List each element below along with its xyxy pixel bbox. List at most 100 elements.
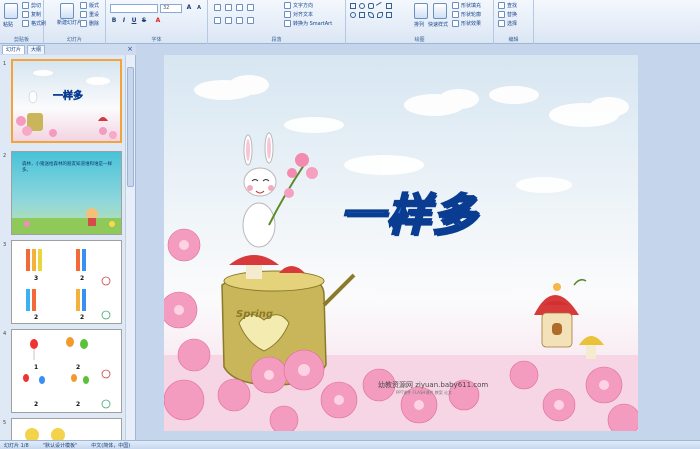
font-group-label: 字体 (151, 37, 162, 43)
cursor-icon (498, 20, 505, 27)
smartart-icon (284, 20, 291, 27)
align-right-icon[interactable] (236, 17, 243, 24)
paste-button[interactable]: 粘贴 (3, 21, 13, 28)
select-button[interactable]: 选择 (498, 20, 517, 27)
star-shape-icon[interactable] (377, 12, 383, 18)
font-name-combo[interactable] (110, 4, 158, 13)
slide-thumb-5[interactable] (11, 418, 122, 440)
shape-outline-button[interactable]: 形状轮廓 (452, 11, 481, 18)
slides-group: 新建幻灯片 版式 重设 删除 幻灯片 (44, 0, 106, 44)
align-text-button[interactable]: 对齐文本 (284, 11, 313, 18)
close-icon[interactable]: × (126, 45, 134, 53)
more-shapes-icon[interactable] (386, 12, 392, 18)
brush-icon (22, 20, 29, 27)
font-size-combo[interactable]: 32 (160, 4, 182, 13)
replace-icon (498, 11, 505, 18)
thumb-text: 森林，小猪送给森林的朋友知道谁和谁是一样多。 (22, 162, 112, 173)
editing-group-label: 编辑 (508, 37, 519, 43)
new-slide-icon[interactable] (60, 3, 74, 19)
align-center-icon[interactable] (225, 17, 232, 24)
thumb-count: 2 (34, 401, 39, 408)
font-color-icon[interactable]: A (154, 17, 162, 25)
copy-icon (22, 11, 29, 18)
delete-slide-button[interactable]: 删除 (80, 20, 99, 27)
slides-panel: 幻灯片 大纲 × 1 一样多 2 森林，小猪送给森林的朋友知道谁和谁是一样多。 (0, 44, 136, 440)
text-direction-icon (284, 2, 291, 9)
slide-canvas[interactable]: 一样多 Spring 幼教资源网 ziyuan.baby611.com PPT课… (164, 55, 638, 431)
effects-icon (452, 20, 459, 27)
layout-button[interactable]: 版式 (80, 2, 99, 9)
increase-indent-icon[interactable] (247, 4, 254, 11)
theme-name: "默认设计模板" (42, 442, 78, 449)
strikethrough-icon[interactable]: S (140, 17, 148, 25)
language-indicator[interactable]: 中文(简体，中国) (91, 442, 130, 449)
arrange-icon[interactable] (414, 3, 428, 19)
scrollbar-thumb[interactable] (127, 67, 134, 187)
circle-shape-icon[interactable] (350, 12, 356, 18)
arrow-shape-icon[interactable] (368, 12, 374, 18)
slide-number: 4 (3, 331, 7, 337)
align-left-icon[interactable] (214, 17, 221, 24)
watermark-text: 幼教资源网 ziyuan.baby611.com (378, 381, 489, 389)
thumb-count: 1 (34, 364, 39, 371)
thumb-title: 一样多 (53, 91, 84, 103)
tab-outline[interactable]: 大纲 (27, 45, 46, 54)
justify-icon[interactable] (247, 17, 254, 24)
slide-thumb-2[interactable]: 森林，小猪送给森林的朋友知道谁和谁是一样多。 (11, 151, 122, 235)
drawing-group: 排列 快速样式 形状填充 形状轮廓 形状效果 绘图 (346, 0, 494, 44)
italic-icon[interactable]: I (120, 17, 128, 25)
scissors-icon (22, 2, 29, 9)
thumb-count: 2 (80, 275, 85, 282)
text-direction-button[interactable]: 文字方向 (284, 2, 313, 9)
tab-slides[interactable]: 幻灯片 (2, 45, 26, 54)
grow-font-icon[interactable]: A (185, 4, 193, 12)
arrange-button[interactable]: 排列 (414, 21, 424, 28)
rectangle-shape-icon[interactable] (350, 3, 356, 9)
slide-thumb-1[interactable]: 一样多 (11, 59, 122, 143)
bold-icon[interactable]: B (110, 17, 118, 25)
smartart-button[interactable]: 转换为 SmartArt (284, 20, 332, 27)
textbox-shape-icon[interactable] (386, 3, 392, 9)
binoculars-icon (498, 2, 505, 9)
triangle-shape-icon[interactable] (359, 12, 365, 18)
slide-thumb-4[interactable]: 1 2 2 2 (11, 329, 122, 413)
editing-group: 查找 替换 选择 编辑 (494, 0, 534, 44)
cut-button[interactable]: 剪切 (22, 2, 41, 9)
slide-thumb-5-art (12, 419, 121, 440)
panel-scrollbar[interactable] (125, 55, 135, 440)
rounded-rect-shape-icon[interactable] (368, 3, 374, 9)
bullets-icon[interactable] (214, 4, 221, 11)
underline-icon[interactable]: U (130, 17, 138, 25)
reset-icon (80, 11, 87, 18)
find-button[interactable]: 查找 (498, 2, 517, 9)
oval-shape-icon[interactable] (359, 3, 365, 9)
layout-icon (80, 2, 87, 9)
slide-count: 幻灯片 1/8 (4, 442, 29, 449)
numbering-icon[interactable] (225, 4, 232, 11)
reset-button[interactable]: 重设 (80, 11, 99, 18)
shape-fill-button[interactable]: 形状填充 (452, 2, 481, 9)
quick-styles-icon[interactable] (433, 3, 447, 19)
slides-group-label: 幻灯片 (66, 37, 82, 43)
replace-button[interactable]: 替换 (498, 11, 517, 18)
slide-number: 1 (3, 61, 7, 67)
align-text-icon (284, 11, 291, 18)
status-bar: 幻灯片 1/8 "默认设计模板" 中文(简体，中国) (0, 440, 700, 449)
paste-icon[interactable] (4, 3, 18, 19)
thumb-count: 2 (80, 314, 85, 321)
copy-button[interactable]: 复制 (22, 11, 41, 18)
shape-effects-button[interactable]: 形状效果 (452, 20, 481, 27)
slide-number: 5 (3, 420, 7, 426)
watermark-subtext: PPT课件 FLASH课件 教案 论文 (396, 390, 452, 395)
paragraph-group: 文字方向 对齐文本 转换为 SmartArt 段落 (208, 0, 346, 44)
font-group: 32 A A B I U S A 字体 (106, 0, 208, 44)
format-painter-button[interactable]: 格式刷 (22, 20, 46, 27)
slide-thumb-3[interactable]: 3 2 2 2 (11, 240, 122, 324)
slide-title[interactable]: 一样多 (339, 179, 478, 243)
decrease-indent-icon[interactable] (236, 4, 243, 11)
clipboard-group: 粘贴 剪切 复制 格式刷 剪贴板 (0, 0, 46, 44)
quick-styles-button[interactable]: 快速样式 (428, 21, 448, 28)
shrink-font-icon[interactable]: A (195, 4, 203, 12)
line-shape-icon[interactable] (375, 1, 385, 11)
slide-editor: 一样多 Spring 幼教资源网 ziyuan.baby611.com PPT课… (137, 44, 700, 440)
